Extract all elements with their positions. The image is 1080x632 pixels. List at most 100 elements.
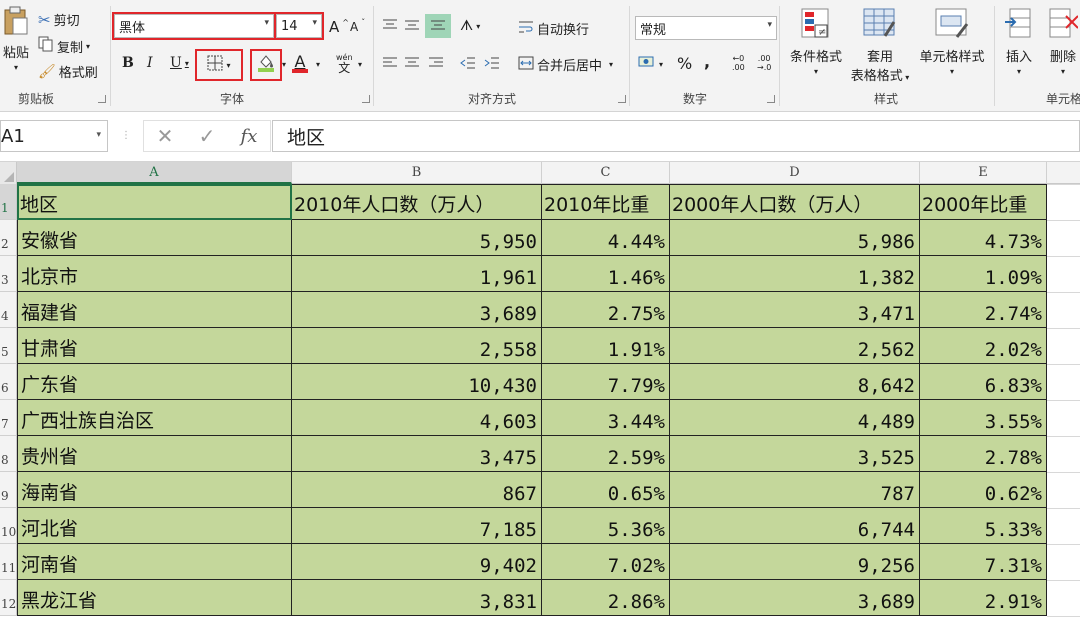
data-cell[interactable]: 广西壮族自治区 [17,400,292,436]
comma-button[interactable]: , [704,52,710,71]
data-cell[interactable]: 1.46% [542,256,670,292]
phonetic-button[interactable]: wén 文 [336,52,353,74]
align-middle-button[interactable] [404,18,420,36]
shrink-font-button[interactable]: Aˇ [350,18,365,35]
data-cell[interactable]: 北京市 [17,256,292,292]
data-cell[interactable]: 9,256 [670,544,920,580]
align-center-button[interactable] [404,56,420,74]
font-color-button[interactable]: A [292,52,308,73]
format-painter-button[interactable]: 🖌 格式刷 [38,62,98,82]
number-format-select[interactable]: 常规 ▾ [635,16,777,40]
percent-button[interactable]: % [677,54,692,73]
data-cell[interactable]: 2.59% [542,436,670,472]
data-cell[interactable]: 福建省 [17,292,292,328]
copy-button[interactable]: 复制 ▾ [38,36,90,56]
select-all-button[interactable] [0,162,17,184]
data-cell[interactable]: 3.55% [920,400,1047,436]
align-top-button[interactable] [382,18,398,36]
row-header[interactable]: 1 [0,184,17,220]
data-cell[interactable]: 1,961 [292,256,542,292]
format-as-table-button[interactable]: 套用 表格格式 ▾ [848,8,912,88]
data-cell[interactable]: 甘肃省 [17,328,292,364]
data-cell[interactable]: 9,402 [292,544,542,580]
row-header[interactable]: 7 [0,400,17,436]
decrease-indent-button[interactable] [460,56,476,74]
data-cell[interactable]: 5.33% [920,508,1047,544]
data-cell[interactable]: 8,642 [670,364,920,400]
data-cell[interactable]: 7.31% [920,544,1047,580]
data-cell[interactable]: 10,430 [292,364,542,400]
data-cell[interactable]: 1.09% [920,256,1047,292]
row-header[interactable]: 10 [0,508,17,544]
data-cell[interactable]: 5,986 [670,220,920,256]
paste-button[interactable]: 粘贴 ▾ [0,6,32,86]
data-cell[interactable]: 1.91% [542,328,670,364]
italic-button[interactable]: I [147,55,153,71]
data-cell[interactable]: 2.86% [542,580,670,616]
data-cell[interactable]: 2.74% [920,292,1047,328]
borders-button[interactable]: ▾ [195,49,243,81]
cancel-icon[interactable]: ✕ [157,124,174,148]
data-cell[interactable]: 黑龙江省 [17,580,292,616]
enter-icon[interactable]: ✓ [199,124,216,148]
delete-cells-button[interactable]: 删除 ▾ [1046,8,1080,88]
increase-indent-button[interactable] [484,56,500,74]
header-cell[interactable]: 2010年人口数（万人） [292,184,542,220]
row-header[interactable]: 6 [0,364,17,400]
data-cell[interactable]: 河南省 [17,544,292,580]
data-cell[interactable]: 4.73% [920,220,1047,256]
data-cell[interactable]: 7.79% [542,364,670,400]
data-cell[interactable]: 海南省 [17,472,292,508]
header-cell[interactable]: 2010年比重 [542,184,670,220]
header-cell[interactable]: 2000年人口数（万人） [670,184,920,220]
data-cell[interactable]: 4,489 [670,400,920,436]
row-header[interactable]: 3 [0,256,17,292]
data-cell[interactable]: 6.83% [920,364,1047,400]
data-cell[interactable]: 7.02% [542,544,670,580]
fill-color-button[interactable] [250,49,282,81]
font-name-select[interactable]: 黑体 ▾ [112,12,276,40]
alignment-launcher-icon[interactable] [618,95,626,103]
data-cell[interactable]: 0.62% [920,472,1047,508]
row-header[interactable]: 2 [0,220,17,256]
cell-styles-button[interactable]: 单元格样式 ▾ [916,8,988,88]
data-cell[interactable]: 广东省 [17,364,292,400]
data-cell[interactable]: 3,831 [292,580,542,616]
data-cell[interactable]: 4.44% [542,220,670,256]
insert-function-icon[interactable]: fx [241,126,258,147]
accounting-format-button[interactable]: ▾ [638,55,663,73]
row-header[interactable]: 9 [0,472,17,508]
header-cell[interactable]: 2000年比重 [920,184,1047,220]
increase-decimal-button[interactable]: ←0 .00 [732,54,745,72]
data-cell[interactable]: 7,185 [292,508,542,544]
data-cell[interactable]: 2.78% [920,436,1047,472]
data-cell[interactable]: 2,562 [670,328,920,364]
insert-cells-button[interactable]: 插入 ▾ [1000,8,1038,88]
data-cell[interactable]: 3,689 [670,580,920,616]
wrap-text-button[interactable]: 自动换行 [518,19,589,38]
data-cell[interactable]: 4,603 [292,400,542,436]
number-launcher-icon[interactable] [767,95,775,103]
data-cell[interactable]: 0.65% [542,472,670,508]
data-cell[interactable]: 2,558 [292,328,542,364]
row-header[interactable]: 11 [0,544,17,580]
data-cell[interactable]: 1,382 [670,256,920,292]
align-right-button[interactable] [428,56,444,74]
underline-button[interactable]: U ▾ [170,55,189,71]
align-bottom-button[interactable] [425,14,451,38]
data-cell[interactable]: 河北省 [17,508,292,544]
data-cell[interactable]: 3,475 [292,436,542,472]
row-header[interactable]: 12 [0,580,17,616]
clipboard-launcher-icon[interactable] [98,95,106,103]
copy-dropdown-icon[interactable]: ▾ [86,42,90,51]
column-header-a[interactable]: A [17,162,292,184]
data-cell[interactable]: 2.75% [542,292,670,328]
font-color-dropdown-icon[interactable]: ▾ [316,60,320,69]
align-left-button[interactable] [382,56,398,74]
font-size-select[interactable]: 14 ▾ [274,12,324,40]
bold-button[interactable]: B [122,55,134,71]
data-cell[interactable]: 867 [292,472,542,508]
row-header[interactable]: 4 [0,292,17,328]
data-cell[interactable]: 5,950 [292,220,542,256]
row-header[interactable]: 5 [0,328,17,364]
